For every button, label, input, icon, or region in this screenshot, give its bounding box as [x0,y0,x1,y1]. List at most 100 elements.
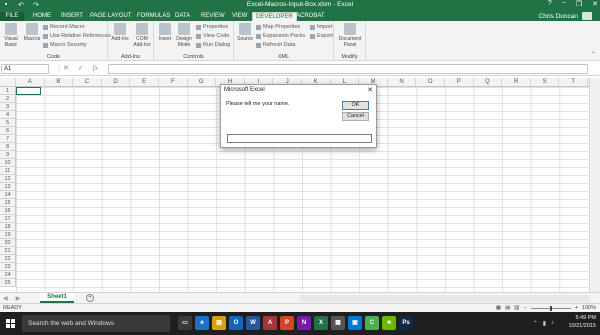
row-header[interactable]: 13 [0,183,16,191]
prev-sheet-icon[interactable]: ◀ [3,295,8,302]
file-explorer-icon[interactable]: ▤ [212,316,226,330]
source-button[interactable]: Source [235,23,255,43]
outlook-icon[interactable]: O [229,316,243,330]
map-properties-button[interactable]: Map Properties [256,24,300,30]
relative-references-button[interactable]: Use Relative References [43,33,111,39]
calculator-icon[interactable]: ▦ [331,316,345,330]
row-header[interactable]: 18 [0,223,16,231]
column-header[interactable]: T [559,78,588,87]
row-header[interactable]: 22 [0,255,16,263]
zoom-out-icon[interactable]: − [523,305,526,311]
page-layout-view-icon[interactable]: ▤ [505,305,510,311]
column-header[interactable]: F [159,78,188,87]
macro-security-button[interactable]: Macro Security [43,42,87,48]
row-header[interactable]: 19 [0,231,16,239]
close-button[interactable]: ✕ [592,0,598,8]
select-all-corner[interactable] [0,78,16,87]
column-header[interactable]: D [101,78,131,87]
app-green-icon[interactable]: ■ [382,316,396,330]
visual-basic-button[interactable]: Visual Basic [1,23,21,48]
properties-button[interactable]: Properties [196,24,228,30]
document-panel-button[interactable]: Document Panel [337,23,363,48]
column-header[interactable]: N [387,78,417,87]
page-break-view-icon[interactable]: ▥ [514,305,519,311]
column-header[interactable]: G [187,78,217,87]
sheet-tab-sheet1[interactable]: Sheet1 [40,293,74,303]
row-header[interactable]: 6 [0,127,16,135]
tab-developer[interactable]: DEVELOPER [252,12,297,21]
row-header[interactable]: 5 [0,119,16,127]
column-header[interactable]: B [44,78,74,87]
ok-button[interactable]: OK [342,101,369,110]
row-header[interactable]: 17 [0,215,16,223]
powerpoint-icon[interactable]: P [280,316,294,330]
zoom-slider-thumb[interactable] [549,305,552,311]
start-button[interactable] [6,319,15,328]
com-addins-button[interactable]: COM Add-Ins [132,23,152,48]
excel-icon[interactable]: X [314,316,328,330]
view-code-button[interactable]: View Code [196,33,230,39]
row-header[interactable]: 4 [0,111,16,119]
insert-control-button[interactable]: Insert [155,23,175,43]
tab-data[interactable]: DATA [172,12,193,21]
add-sheet-button[interactable]: + [86,294,94,302]
row-header[interactable]: 11 [0,167,16,175]
row-header[interactable]: 16 [0,207,16,215]
column-header[interactable]: S [530,78,560,87]
design-mode-button[interactable]: Design Mode [174,23,194,48]
run-dialog-button[interactable]: Run Dialog [196,42,230,48]
column-header[interactable]: Q [473,78,503,87]
row-header[interactable]: 20 [0,239,16,247]
column-header[interactable]: E [130,78,159,87]
column-header[interactable]: A [16,78,45,87]
network-icon[interactable]: ▮ [543,320,546,327]
avatar[interactable] [582,12,592,20]
task-view-icon[interactable]: ▭ [178,316,192,330]
row-header[interactable]: 15 [0,199,16,207]
access-icon[interactable]: A [263,316,277,330]
collapse-ribbon-icon[interactable]: ⌃ [591,51,596,58]
next-sheet-icon[interactable]: ▶ [16,295,21,302]
expansion-packs-button[interactable]: Expansion Packs [256,33,305,39]
camtasia-icon[interactable]: C [365,316,379,330]
name-input[interactable] [227,134,372,143]
insert-function-icon[interactable]: fx [93,64,98,72]
volume-icon[interactable]: ♪ [551,320,554,327]
column-header[interactable]: O [416,78,445,87]
dialog-close-icon[interactable]: ✕ [367,86,373,94]
tab-insert[interactable]: INSERT [58,12,86,21]
row-header[interactable]: 12 [0,175,16,183]
tab-view[interactable]: VIEW [229,12,250,21]
row-header[interactable]: 10 [0,159,16,167]
row-header[interactable]: 24 [0,271,16,279]
cancel-button[interactable]: Cancel [342,112,369,121]
macros-button[interactable]: Macros [22,23,42,43]
zoom-level[interactable]: 100% [582,305,596,311]
row-header[interactable]: 8 [0,143,16,151]
tab-home[interactable]: HOME [30,12,54,21]
export-button[interactable]: Export [310,33,333,39]
horizontal-scrollbar[interactable] [300,295,590,302]
row-header[interactable]: 7 [0,135,16,143]
row-header[interactable]: 3 [0,103,16,111]
tab-page-layout[interactable]: PAGE LAYOUT [87,12,134,21]
help-icon[interactable]: ? [548,0,552,8]
import-button[interactable]: Import [310,24,333,30]
cancel-entry-icon[interactable]: ✕ [63,64,69,72]
row-header[interactable]: 9 [0,151,16,159]
tab-file[interactable]: FILE [0,12,24,21]
refresh-data-button[interactable]: Refresh Data [256,42,295,48]
row-header[interactable]: 2 [0,95,16,103]
column-header[interactable]: C [73,78,102,87]
record-macro-button[interactable]: Record Macro [43,24,85,30]
column-header[interactable]: R [502,78,531,87]
tab-formulas[interactable]: FORMULAS [134,12,173,21]
tab-review[interactable]: REVIEW [198,12,228,21]
column-header[interactable]: P [445,78,474,87]
word-icon[interactable]: W [246,316,260,330]
row-header[interactable]: 14 [0,191,16,199]
taskbar-search[interactable]: Search the web and Windows [22,315,170,332]
edge-icon[interactable]: e [195,316,209,330]
restore-button[interactable]: ❐ [576,0,582,8]
zoom-in-icon[interactable]: + [575,305,578,311]
